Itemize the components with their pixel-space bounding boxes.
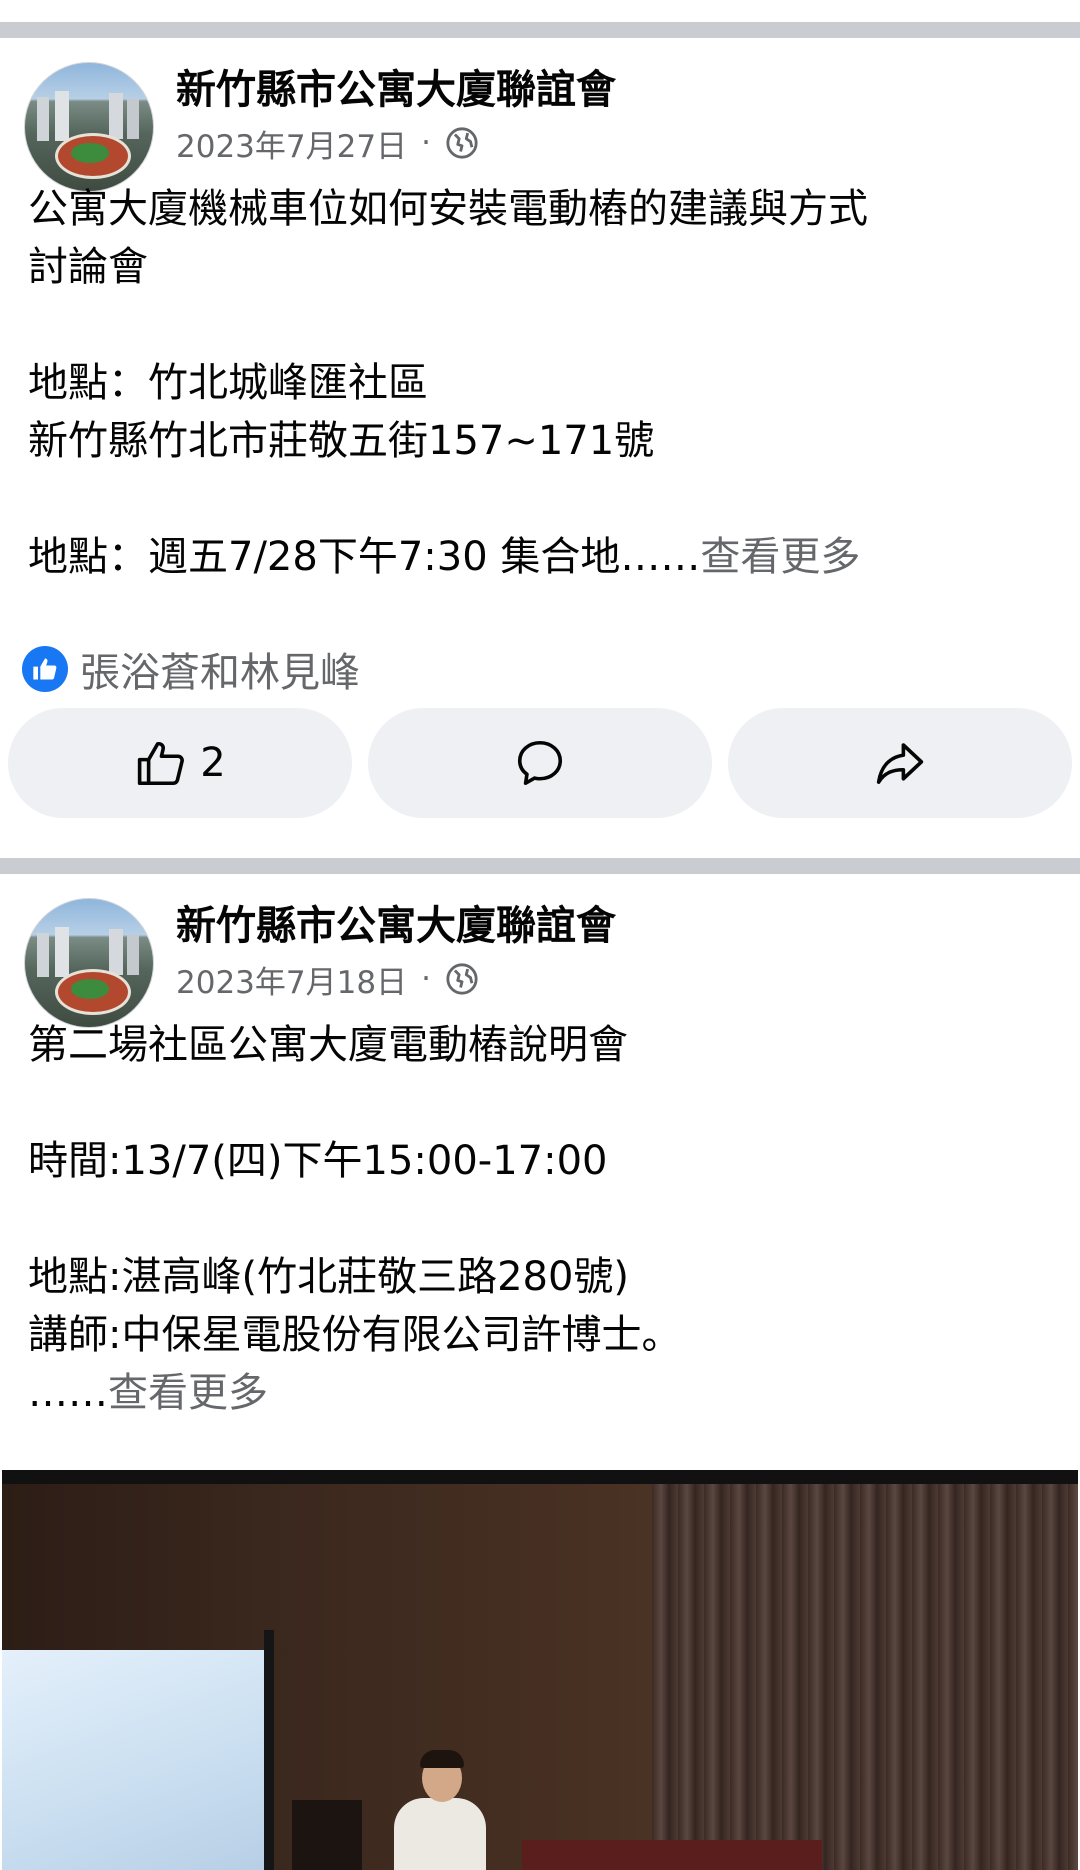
reactions-names: 張浴蒼和林見峰 — [80, 650, 360, 696]
feed-divider — [0, 22, 1080, 38]
meta-separator: · — [421, 961, 431, 997]
globe-icon — [446, 963, 478, 995]
page-avatar[interactable] — [24, 898, 154, 1028]
post-meta: 2023年7月18日 · — [176, 956, 479, 1002]
post-body: 公寓大廈機械車位如何安裝電動樁的建議與方式 討論會 地點：竹北城峰匯社區 新竹縣… — [28, 186, 868, 580]
globe-icon — [446, 127, 478, 159]
feed: 新竹縣市公寓大廈聯誼會 2023年7月27日 · 公寓大廈機械車位如何安裝電動樁… — [0, 0, 1080, 1870]
post-text: 公寓大廈機械車位如何安裝電動樁的建議與方式 討論會 地點：竹北城峰匯社區 新竹縣… — [28, 180, 1048, 586]
thumbs-up-icon — [138, 741, 185, 786]
like-badge-icon — [22, 646, 68, 692]
post-card: 新竹縣市公寓大廈聯誼會 2023年7月27日 · 公寓大廈機械車位如何安裝電動樁… — [0, 38, 1080, 858]
like-button[interactable]: 2 — [8, 708, 352, 818]
post-date[interactable]: 2023年7月18日 — [176, 957, 407, 1002]
action-bar: 2 — [8, 708, 1072, 818]
meta-separator: · — [421, 125, 431, 161]
reactions-summary[interactable]: 張浴蒼和林見峰 — [22, 642, 360, 696]
see-more-link[interactable]: 查看更多 — [108, 1370, 268, 1416]
page-name[interactable]: 新竹縣市公寓大廈聯誼會 — [176, 898, 616, 954]
page-name[interactable]: 新竹縣市公寓大廈聯誼會 — [176, 62, 616, 118]
share-button[interactable] — [728, 708, 1072, 818]
like-count: 2 — [200, 740, 226, 786]
feed-divider — [0, 858, 1080, 874]
post-card: 新竹縣市公寓大廈聯誼會 2023年7月18日 · 第二場社區公寓大廈電動樁說明會… — [0, 874, 1080, 1870]
share-icon — [876, 743, 924, 784]
post-meta: 2023年7月27日 · — [176, 120, 479, 166]
see-more-link[interactable]: 查看更多 — [700, 534, 860, 580]
comment-button[interactable] — [368, 708, 712, 818]
post-text: 第二場社區公寓大廈電動樁說明會 時間:13/7(四)下午15:00-17:00 … — [28, 1016, 1048, 1422]
post-photo[interactable] — [2, 1470, 1078, 1870]
page-avatar[interactable] — [24, 62, 154, 192]
comment-icon — [517, 740, 563, 786]
post-date[interactable]: 2023年7月27日 — [176, 121, 407, 166]
post-body: 第二場社區公寓大廈電動樁說明會 時間:13/7(四)下午15:00-17:00 … — [28, 1022, 682, 1416]
